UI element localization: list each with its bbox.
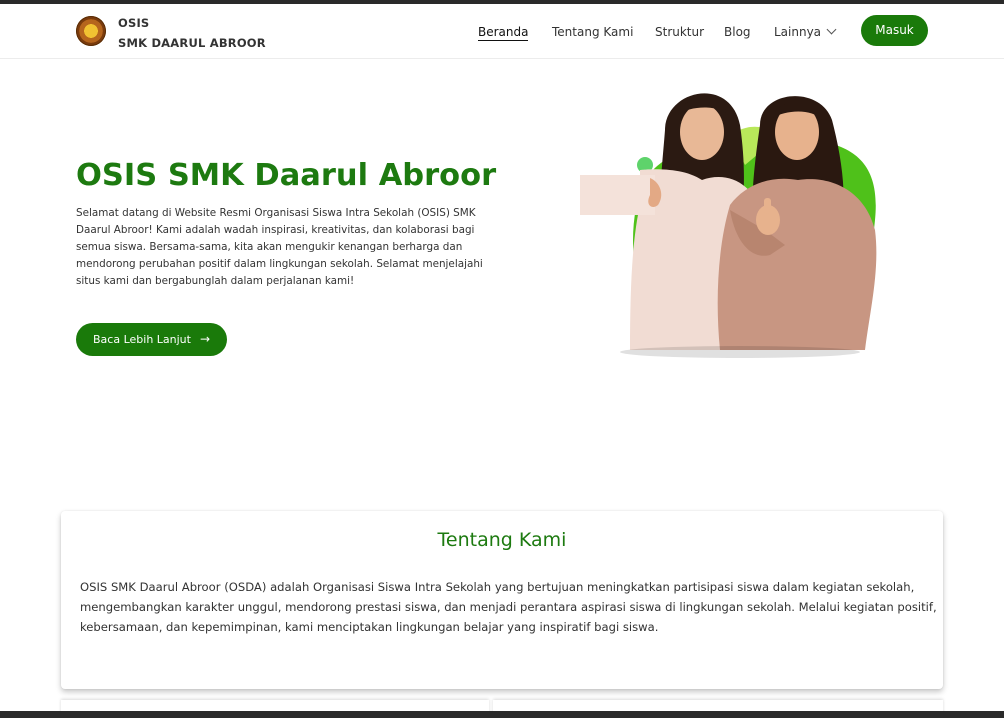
login-button[interactable]: Masuk <box>861 15 928 46</box>
about-section-card: Tentang Kami OSIS SMK Daarul Abroor (OSD… <box>61 511 943 689</box>
about-text: OSIS SMK Daarul Abroor (OSDA) adalah Org… <box>80 580 937 634</box>
hero-description: Selamat datang di Website Resmi Organisa… <box>76 207 483 287</box>
chevron-down-icon <box>826 24 837 35</box>
brand-line-1: OSIS <box>118 16 150 30</box>
navbar: OSIS SMK DAARUL ABROOR Beranda Tentang K… <box>0 4 1004 59</box>
nav-item-beranda[interactable]: Beranda <box>478 25 529 41</box>
read-more-label: Baca Lebih Lanjut <box>93 333 191 346</box>
two-students-illustration <box>580 93 877 358</box>
nav-item-struktur[interactable]: Struktur <box>655 25 704 39</box>
nav-item-lainnya[interactable]: Lainnya <box>774 24 837 39</box>
brand-name[interactable]: OSIS SMK DAARUL ABROOR <box>118 13 266 53</box>
nav-item-tentang-kami[interactable]: Tentang Kami <box>552 25 633 39</box>
about-title: Tentang Kami <box>437 529 567 551</box>
school-emblem-icon[interactable] <box>76 16 106 46</box>
arrow-right-icon: → <box>200 332 211 346</box>
nav-item-lainnya-label: Lainnya <box>774 25 822 39</box>
read-more-button[interactable]: Baca Lebih Lanjut → <box>76 323 227 356</box>
brand-line-2: SMK DAARUL ABROOR <box>118 36 266 50</box>
bottom-edge-bar <box>0 711 1004 718</box>
hero-title: OSIS SMK Daarul Abroor <box>76 158 497 193</box>
nav-item-blog[interactable]: Blog <box>724 25 751 39</box>
